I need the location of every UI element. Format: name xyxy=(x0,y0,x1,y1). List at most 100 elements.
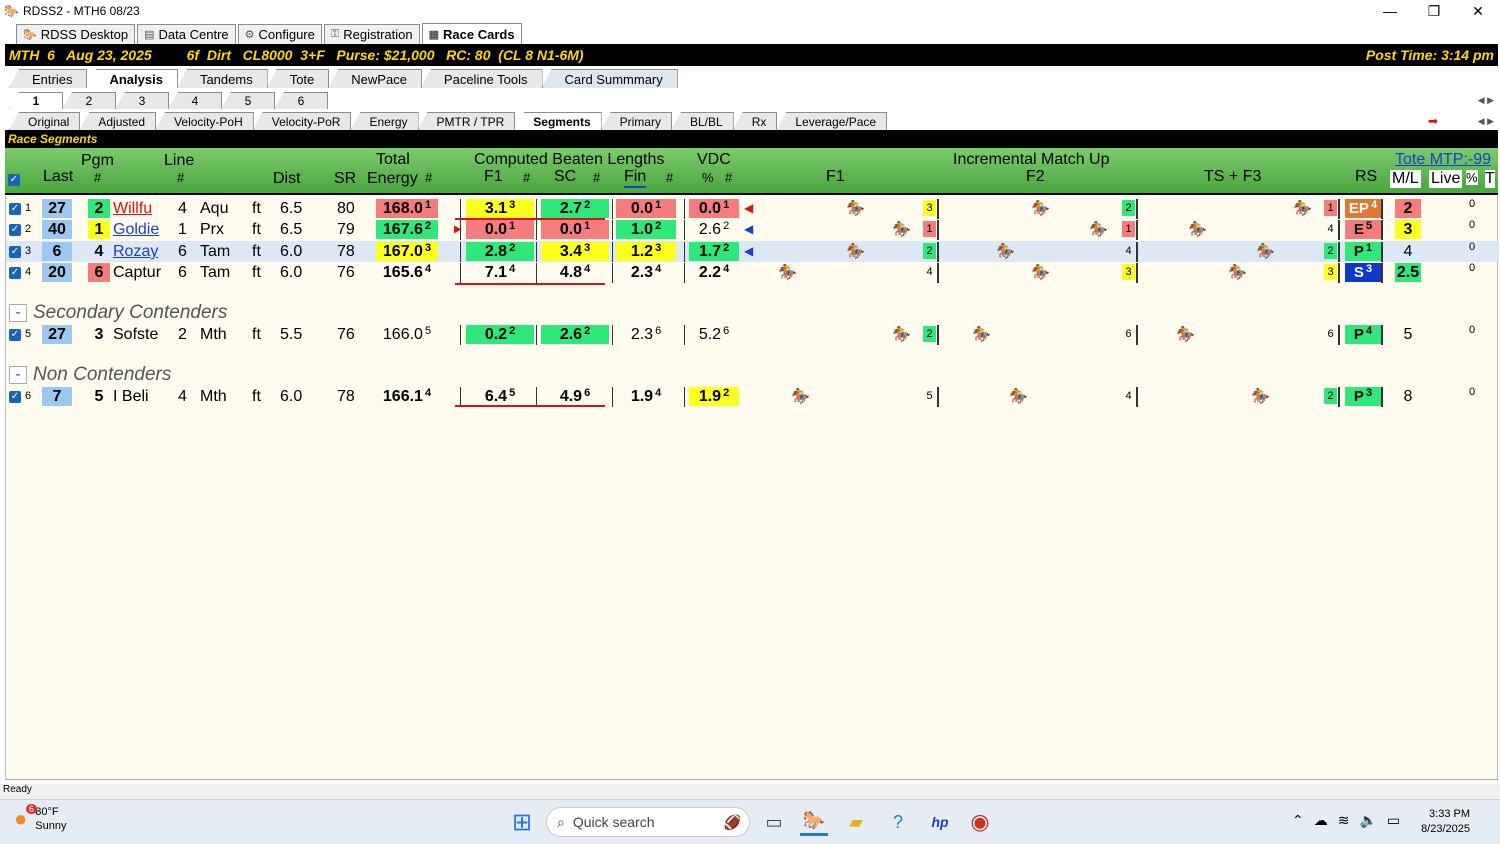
row-checkbox[interactable]: ✓ xyxy=(9,203,21,215)
taskbar-search[interactable]: ⌕ Quick search 🏈 xyxy=(546,807,750,837)
tab-entries[interactable]: Entries xyxy=(9,69,88,88)
select-all-checkbox[interactable]: ✓ xyxy=(8,174,20,186)
sc-value: 4.9 xyxy=(559,388,583,405)
tab-original[interactable]: Original xyxy=(9,112,81,130)
row-checkbox[interactable]: ✓ xyxy=(9,329,21,341)
tab-tandems[interactable]: Tandems xyxy=(176,69,268,88)
help-icon[interactable]: ? xyxy=(884,808,912,836)
column-separator xyxy=(684,263,685,283)
tab-race-6[interactable]: 6 xyxy=(274,92,328,109)
cloud-icon[interactable]: ☁ xyxy=(1314,812,1328,829)
matchup-rank: 2 xyxy=(1324,243,1337,259)
f1-cell: 7.1 4 xyxy=(466,263,534,282)
maximize-button[interactable]: ❐ xyxy=(1412,0,1456,22)
tab-race-4[interactable]: 4 xyxy=(168,92,222,109)
tab-newpace[interactable]: NewPace xyxy=(328,69,422,88)
vdc-cell: 0.0 1 xyxy=(689,199,739,218)
fin-value: 1.2 xyxy=(630,243,654,260)
table-row[interactable]: ✓ 3 6 4 Rozay 6 Tam ft 6.0 78 167.0 3 2.8 2 3.4 3 1.2 3 1.… xyxy=(6,241,1499,262)
matchup-rank: 2 xyxy=(1324,388,1337,404)
tab-primary[interactable]: Primary xyxy=(600,112,672,130)
tab-card-summary[interactable]: Card Summmary xyxy=(541,69,678,88)
horse-name[interactable]: Goldie xyxy=(113,219,159,240)
tab-bl-bl[interactable]: BL/BL xyxy=(670,112,734,130)
table-row[interactable]: ✓ 5 27 3 Sofste 2 Mth ft 5.5 76 166.0 5 0.2 2 2.6 2 2.3 6… xyxy=(6,324,1499,345)
header-energy-num: # xyxy=(425,170,433,185)
tab-velocity-poh[interactable]: Velocity-PoH xyxy=(155,112,254,130)
tab-adjusted[interactable]: Adjusted xyxy=(79,112,157,130)
close-button[interactable]: ✕ xyxy=(1456,0,1500,22)
tab-race-1[interactable]: 1 xyxy=(9,92,63,109)
tab-configure[interactable]: ⚙ Configure xyxy=(237,24,322,44)
header-last: Last xyxy=(43,168,74,185)
tab-segments[interactable]: Segments xyxy=(514,112,602,130)
tote-mtp-link[interactable]: Tote MTP:-99 xyxy=(1395,151,1491,169)
row-checkbox[interactable]: ✓ xyxy=(9,246,21,258)
live-pct: 0 xyxy=(1469,386,1476,398)
row-checkbox[interactable]: ✓ xyxy=(9,267,21,279)
tab-registration[interactable]: ⚿ Registration xyxy=(323,24,420,44)
running-style-rank: 5 xyxy=(1365,220,1373,232)
tab-data-centre[interactable]: ▤ Data Centre xyxy=(137,24,236,44)
volume-icon[interactable]: 🔈 xyxy=(1359,812,1376,829)
tab-race-3[interactable]: 3 xyxy=(115,92,169,109)
column-separator xyxy=(612,387,613,407)
running-style-cell: S3 xyxy=(1345,263,1381,282)
battery-icon[interactable]: ▭ xyxy=(1387,812,1400,829)
minimize-button[interactable]: — xyxy=(1368,0,1412,22)
tab-scroll-arrows-2[interactable]: ◀ ▶ xyxy=(1478,116,1494,127)
table-row[interactable]: ✓ 6 7 5 I Beli 4 Mth ft 6.0 78 166.1 4 6.4 5 4.9 6 1.9 4 1… xyxy=(6,386,1499,407)
wifi-icon[interactable]: ≋ xyxy=(1338,812,1350,829)
tab-race-5[interactable]: 5 xyxy=(221,92,275,109)
fin-value: 2.3 xyxy=(630,264,654,281)
tab-velocity-por[interactable]: Velocity-PoR xyxy=(252,112,352,130)
file-explorer-icon[interactable]: ▰ xyxy=(842,808,870,836)
row-index: 5 xyxy=(25,328,32,340)
chrome-icon[interactable]: ◉ xyxy=(966,808,994,836)
column-separator xyxy=(1381,242,1383,262)
tab-rx[interactable]: Rx xyxy=(732,112,778,130)
tab-pmtr-tpr[interactable]: PMTR / TPR xyxy=(417,112,516,130)
tab-analysis[interactable]: Analysis xyxy=(86,69,178,88)
task-view-icon[interactable]: ▭ xyxy=(762,808,786,836)
tab-scroll-arrows[interactable]: ◀ ▶ xyxy=(1478,95,1494,106)
clock-time: 3:33 PM xyxy=(1429,808,1470,820)
chevron-up-icon[interactable]: ⌃ xyxy=(1292,812,1304,829)
table-row[interactable]: ✓ 1 27 2 Willfu 4 Aqu ft 6.5 80 168.0 1 3.1 3 2.7 2 0.0 1… xyxy=(6,198,1499,219)
tab-leverage-pace[interactable]: Leverage/Pace xyxy=(776,112,888,130)
collapse-secondary-button[interactable]: - xyxy=(9,303,27,322)
tab-race-2[interactable]: 2 xyxy=(62,92,116,109)
windows-start-icon[interactable]: ⊞ xyxy=(508,808,536,836)
horse-name[interactable]: Rozay xyxy=(113,241,158,262)
tab-energy[interactable]: Energy xyxy=(350,112,419,130)
horse-name[interactable]: Willfu xyxy=(113,198,152,219)
row-checkbox[interactable]: ✓ xyxy=(9,391,21,403)
table-row[interactable]: ✓ 4 20 6 Captur 6 Tam ft 6.0 76 165.6 4 7.1 4 4.8 4 2.3 4… xyxy=(6,262,1499,283)
collapse-non-button[interactable]: - xyxy=(9,365,27,384)
header-pct: % xyxy=(1466,170,1478,185)
clock[interactable]: 3:33 PM 8/23/2025 xyxy=(1421,807,1470,837)
tab-race-cards[interactable]: ▦ Race Cards xyxy=(421,23,522,44)
tab-paceline-tools[interactable]: Paceline Tools xyxy=(420,69,543,88)
export-arrow-icon[interactable]: ➡ xyxy=(1428,114,1438,128)
morning-line: 5 xyxy=(1403,326,1413,343)
column-separator xyxy=(1338,220,1340,240)
weather-widget[interactable]: ● 6 80°F Sunny xyxy=(14,804,67,833)
row-checkbox[interactable]: ✓ xyxy=(9,224,21,236)
energy-cell: 167.0 3 xyxy=(376,242,438,261)
running-style: S xyxy=(1353,264,1364,281)
speed-rating: 78 xyxy=(337,388,355,405)
table-row[interactable]: ✓ 2 40 1 Goldie 1 Prx ft 6.5 79 167.6 2 0.0 1 0.0 1 1.0 2… xyxy=(6,219,1499,240)
hp-icon[interactable]: hp xyxy=(926,808,954,836)
tab-tote[interactable]: Tote xyxy=(266,69,330,88)
header-fin[interactable]: Fin xyxy=(624,168,647,188)
rdss-taskbar-icon[interactable]: 🐎 xyxy=(800,808,828,836)
f1-rank: 3 xyxy=(509,199,516,211)
tab-rdss-desktop[interactable]: 🐎 RDSS Desktop xyxy=(16,24,136,44)
vdc-cell: 1.9 2 xyxy=(689,387,739,406)
sc-rank: 4 xyxy=(584,263,591,275)
header-vdc-num: # xyxy=(725,170,733,185)
track: Tam xyxy=(200,264,231,281)
surface: ft xyxy=(252,326,261,343)
vdc-value: 0.0 xyxy=(698,200,722,217)
